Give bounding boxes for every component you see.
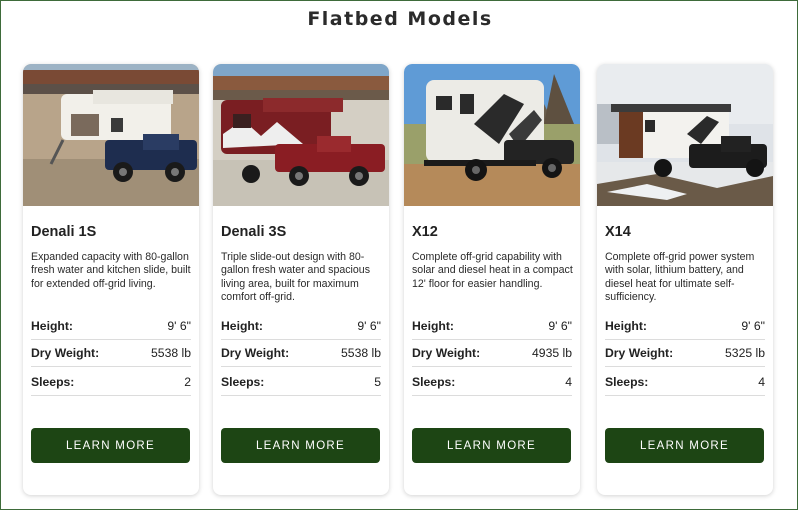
spec-label: Dry Weight: [605, 346, 674, 360]
model-description: Expanded capacity with 80-gallon fresh w… [31, 251, 191, 290]
model-photo [404, 64, 580, 206]
spec-value: 4 [565, 375, 572, 389]
spec-row-dry-weight: Dry Weight: 5538 lb [221, 340, 381, 367]
model-card-denali-3s: Denali 3S Triple slide-out design with 8… [213, 64, 389, 495]
learn-more-button[interactable]: LEARN MORE [412, 428, 571, 463]
model-photo [23, 64, 199, 206]
spec-row-height: Height: 9' 6" [221, 313, 381, 340]
spec-label: Height: [221, 319, 263, 333]
model-card-denali-1s: Denali 1S Expanded capacity with 80-gall… [23, 64, 199, 495]
spec-label: Dry Weight: [31, 346, 100, 360]
model-description: Triple slide-out design with 80-gallon f… [221, 251, 370, 304]
spec-label: Sleeps: [221, 375, 265, 389]
model-card-x12: X12 Complete off-grid capability with so… [404, 64, 580, 495]
spec-row-dry-weight: Dry Weight: 5538 lb [31, 340, 191, 367]
spec-value: 9' 6" [548, 319, 572, 333]
spec-row-sleeps: Sleeps: 4 [605, 369, 765, 396]
spec-value: 5538 lb [341, 346, 381, 360]
spec-value: 5 [374, 375, 381, 389]
spec-value: 9' 6" [741, 319, 765, 333]
spec-row-sleeps: Sleeps: 4 [412, 369, 572, 396]
model-description: Complete off-grid capability with solar … [412, 251, 573, 290]
spec-value: 4 [758, 375, 765, 389]
spec-row-height: Height: 9' 6" [412, 313, 572, 340]
model-photo [213, 64, 389, 206]
spec-label: Dry Weight: [221, 346, 290, 360]
spec-value: 2 [184, 375, 191, 389]
spec-label: Height: [605, 319, 647, 333]
model-name: Denali 3S [221, 224, 287, 240]
learn-more-button[interactable]: LEARN MORE [31, 428, 190, 463]
spec-row-sleeps: Sleeps: 5 [221, 369, 381, 396]
model-photo [597, 64, 773, 206]
spec-label: Sleeps: [412, 375, 456, 389]
spec-row-dry-weight: Dry Weight: 5325 lb [605, 340, 765, 367]
spec-value: 5538 lb [151, 346, 191, 360]
page-title: Flatbed Models [307, 8, 493, 30]
learn-more-button[interactable]: LEARN MORE [221, 428, 380, 463]
spec-value: 5325 lb [725, 346, 765, 360]
spec-row-dry-weight: Dry Weight: 4935 lb [412, 340, 572, 367]
model-name: Denali 1S [31, 224, 97, 240]
spec-label: Sleeps: [31, 375, 75, 389]
model-description: Complete off-grid power system with sola… [605, 251, 755, 304]
spec-label: Dry Weight: [412, 346, 481, 360]
spec-row-sleeps: Sleeps: 2 [31, 369, 191, 396]
spec-label: Sleeps: [605, 375, 649, 389]
spec-label: Height: [31, 319, 73, 333]
model-name: X12 [412, 224, 438, 240]
spec-value: 9' 6" [167, 319, 191, 333]
spec-row-height: Height: 9' 6" [31, 313, 191, 340]
spec-label: Height: [412, 319, 454, 333]
model-name: X14 [605, 224, 631, 240]
model-card-x14: X14 Complete off-grid power system with … [597, 64, 773, 495]
spec-row-height: Height: 9' 6" [605, 313, 765, 340]
spec-value: 9' 6" [357, 319, 381, 333]
spec-value: 4935 lb [532, 346, 572, 360]
learn-more-button[interactable]: LEARN MORE [605, 428, 764, 463]
